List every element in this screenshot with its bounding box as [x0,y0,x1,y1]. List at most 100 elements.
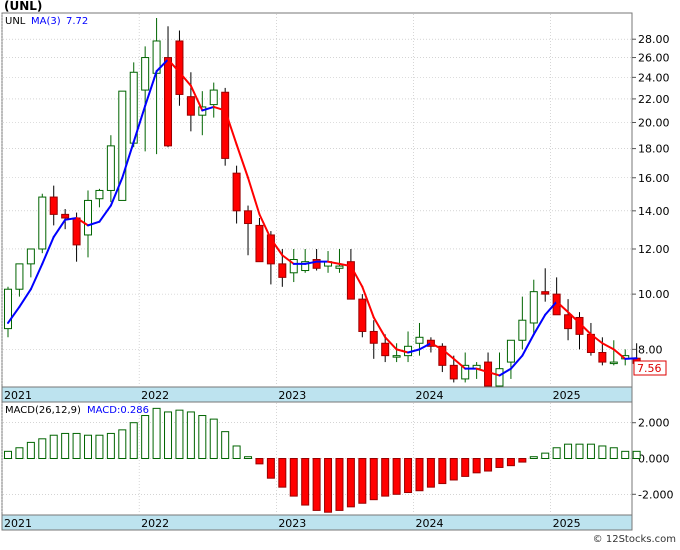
macd-bar-negative [312,458,321,511]
macd-bar-negative [301,458,310,506]
macd-bar-negative [426,458,435,488]
macd-bar-positive [221,431,230,460]
date-tick-label: 2022 [141,517,169,530]
candle-down [232,172,241,212]
candle-down [255,224,264,263]
price-tick-label: 26.00 [638,52,670,65]
macd-bar-positive [586,443,595,460]
candle-up [26,248,35,265]
macd-bar-negative [335,458,344,511]
macd-bar-negative [472,458,481,474]
macd-bar-positive [186,411,195,459]
macd-bar-positive [244,456,253,460]
candle-up [84,199,93,236]
chart-title: (UNL) [4,0,42,13]
macd-bar-negative [415,458,424,492]
date-tick-label: 2024 [415,517,443,530]
macd-bar-negative [266,458,275,479]
macd-bar-positive [15,447,24,459]
macd-bar-positive [541,452,550,459]
macd-bar-positive [49,434,58,459]
candle-up [392,355,401,358]
macd-bar-positive [598,445,607,460]
last-price-value: 7.56 [637,362,662,375]
price-tick-label: 8.00 [638,343,663,356]
price-tick-label: 10.00 [638,288,670,301]
macd-bar-positive [152,407,161,460]
macd-bar-positive [61,432,70,460]
macd-bar-negative [346,458,355,508]
price-tick-label: 24.00 [638,71,670,84]
candle-up [415,336,424,344]
macd-bar-positive [38,438,47,460]
candle-down [564,314,573,330]
candle-up [518,319,527,341]
candle-down [72,217,81,246]
macd-bar-negative [381,458,390,497]
date-tick-label: 2025 [553,389,581,402]
macd-bar-positive [95,434,104,459]
candle-up [106,145,115,191]
candle-down [598,351,607,363]
macd-bar-negative [506,458,515,467]
date-tick-label: 2025 [553,517,581,530]
candle-up [495,368,504,387]
macd-bar-positive [564,443,573,460]
macd-bar-positive [106,432,115,460]
candle-down [278,263,287,278]
macd-bar-positive [175,409,184,459]
date-tick-label: 2023 [278,389,306,402]
ma-segment [624,357,638,360]
macd-bar-positive [164,411,173,459]
candle-up [529,291,538,324]
candle-down [484,361,493,387]
stock-chart-widget: 8.00 10.00 12.00 14.00 16.00 18.00 20.00 22.00 2… [0,0,680,546]
macd-bar-positive [632,450,641,460]
macd-bar-positive [141,415,150,459]
macd-bar-positive [621,450,630,460]
price-tick-label: 14.00 [638,205,670,218]
macd-tick-label: -2.000 [638,488,673,501]
macd-date-band [1,514,633,531]
macd-bar-positive [118,429,127,459]
macd-bar-negative [404,458,413,494]
candle-down [541,291,550,295]
macd-bar-negative [255,458,264,465]
price-tick-label: 22.00 [638,93,670,106]
legend-ma-value: 7.72 [66,16,88,27]
candle-up [38,196,47,250]
macd-bar-positive [609,447,618,459]
date-tick-label: 2022 [141,389,169,402]
macd-bar-positive [26,441,35,459]
candle-down [61,213,70,219]
macd-bar-negative [461,458,470,477]
candle-down [369,330,378,344]
date-tick-label: 2021 [4,389,32,402]
macd-tick-label: 0.000 [638,453,670,466]
candle-down [164,57,173,147]
price-tick-label: 12.00 [638,243,670,256]
watermark: © 12Stocks.com [593,534,676,545]
macd-bar-positive [232,445,241,460]
macd-bar-negative [438,458,447,485]
macd-bar-negative [518,458,527,463]
chart-canvas: 8.00 10.00 12.00 14.00 16.00 18.00 20.00 22.00 2… [0,0,680,546]
candle-down [449,364,458,380]
macd-bar-positive [84,434,93,459]
candle-down [186,96,195,116]
candle-down [358,298,367,332]
date-tick-label: 2023 [278,517,306,530]
candle-up [335,265,344,269]
macd-bar-negative [358,458,367,504]
candle-up [609,361,618,365]
macd-bar-positive [529,456,538,460]
candle-up [141,57,150,91]
macd-bar-negative [289,458,298,497]
date-tick-label: 2021 [4,517,32,530]
price-tick-label: 16.00 [638,172,670,185]
macd-bar-positive [575,443,584,460]
macd-bar-negative [495,458,504,468]
candle-down [221,91,230,159]
macd-bar-negative [392,458,401,495]
price-date-band [1,386,633,403]
